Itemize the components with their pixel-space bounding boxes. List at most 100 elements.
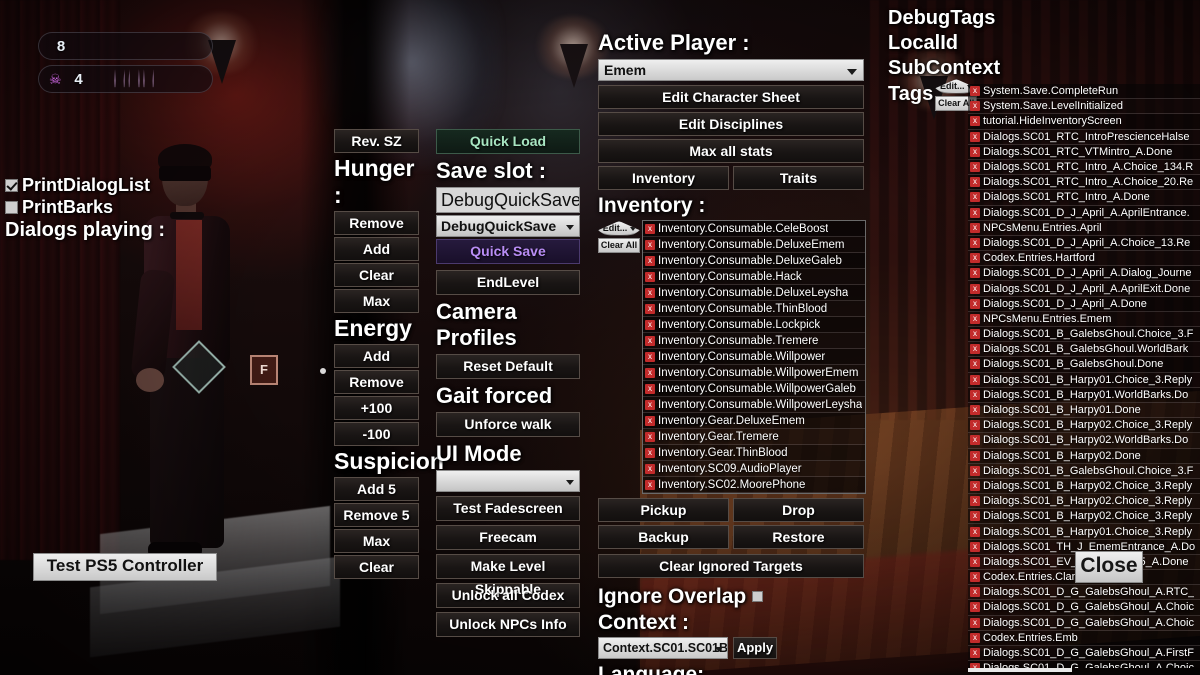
tag-row[interactable]: x Dialogs.SC01_B_Harpy02.Choice_3.Reply — [968, 418, 1200, 434]
reset-default-button[interactable]: Reset Default — [436, 354, 580, 379]
remove-tag-icon[interactable]: x — [970, 268, 980, 279]
remove-tag-icon[interactable]: x — [970, 116, 980, 127]
hunger-add-button[interactable]: Add — [334, 237, 419, 261]
remove-tag-icon[interactable]: x — [970, 465, 980, 476]
tag-row[interactable]: x Dialogs.SC01_D_J_April_A.AprilExit.Done — [968, 281, 1200, 297]
remove-tag-icon[interactable]: x — [645, 239, 655, 250]
remove-tag-icon[interactable]: x — [645, 367, 655, 378]
tag-row[interactable]: x Inventory.Gear.Tremere — [643, 429, 865, 445]
tag-row[interactable]: x Dialogs.SC01_RTC_VTMintro_A.Done — [968, 144, 1200, 160]
tag-row[interactable]: x Inventory.Consumable.DeluxeEmem — [643, 237, 865, 253]
remove-tag-icon[interactable]: x — [970, 374, 980, 385]
tag-row[interactable]: x Dialogs.SC01_D_G_GalebsGhoul_A.RTC_ — [968, 585, 1200, 601]
tag-row[interactable]: x System.Save.LevelInitialized — [968, 99, 1200, 115]
tag-row[interactable]: x Inventory.SC02.MoorePhone — [643, 477, 865, 493]
remove-tag-icon[interactable]: x — [970, 632, 980, 643]
clear-ignored-targets-button[interactable]: Clear Ignored Targets — [598, 554, 864, 578]
remove-tag-icon[interactable]: x — [970, 435, 980, 446]
end-level-button[interactable]: EndLevel — [436, 270, 580, 295]
remove-tag-icon[interactable]: x — [970, 617, 980, 628]
remove-tag-icon[interactable]: x — [970, 86, 980, 97]
remove-tag-icon[interactable]: x — [970, 648, 980, 659]
remove-tag-icon[interactable]: x — [970, 283, 980, 294]
remove-tag-icon[interactable]: x — [970, 587, 980, 598]
tag-row[interactable]: x Dialogs.SC01_D_G_GalebsGhoul_A.FirstF — [968, 645, 1200, 662]
remove-tag-icon[interactable]: x — [970, 237, 980, 248]
horizontal-scrollbar[interactable] — [968, 668, 1072, 672]
tag-row[interactable]: x Dialogs.SC01_D_J_April_A.Dialog_Journe — [968, 266, 1200, 282]
remove-tag-icon[interactable]: x — [970, 556, 980, 567]
suspicion-clear-button[interactable]: Clear — [334, 555, 419, 579]
tag-row[interactable]: x Dialogs.SC01_B_Harpy01.Choice_3.Reply — [968, 372, 1200, 388]
remove-tag-icon[interactable]: x — [645, 479, 655, 490]
active-player-select[interactable]: Emem — [598, 59, 864, 81]
quick-load-button[interactable]: Quick Load — [436, 129, 580, 154]
remove-tag-icon[interactable]: x — [645, 415, 655, 426]
energy-plus-100-button[interactable]: +100 — [334, 396, 419, 420]
remove-tag-icon[interactable]: x — [970, 101, 980, 112]
tag-row[interactable]: x Inventory.Consumable.DeluxeLeysha — [643, 285, 865, 301]
remove-tag-icon[interactable]: x — [970, 131, 980, 142]
tag-row[interactable]: x Dialogs.SC01_B_Harpy02.Done — [968, 448, 1200, 464]
remove-tag-icon[interactable]: x — [970, 162, 980, 173]
tag-row[interactable]: x Dialogs.SC01_B_GalebsGhoul.Choice_3.F — [968, 463, 1200, 479]
tag-row[interactable]: x Inventory.Gear.ThinBlood — [643, 445, 865, 461]
inventory-tab-button[interactable]: Inventory — [598, 166, 729, 190]
remove-tag-icon[interactable]: x — [645, 447, 655, 458]
unlock-npcs-info-button[interactable]: Unlock NPCs Info — [436, 612, 580, 637]
hunger-max-button[interactable]: Max — [334, 289, 419, 313]
tag-row[interactable]: x Dialogs.SC01_B_GalebsGhoul.Done — [968, 357, 1200, 373]
tag-row[interactable]: x System.Save.CompleteRun — [968, 84, 1200, 100]
tag-row[interactable]: x Inventory.Consumable.Hack — [643, 269, 865, 285]
remove-tag-icon[interactable]: x — [645, 431, 655, 442]
inventory-clear-all-button[interactable]: Clear All — [598, 238, 640, 253]
tag-row[interactable]: x Dialogs.SC01_D_J_April_A.Done — [968, 296, 1200, 312]
inventory-list[interactable]: x Inventory.Consumable.CeleBoost x Inventor… — [642, 220, 866, 494]
tag-row[interactable]: x Inventory.Consumable.WillpowerLeysha — [643, 397, 865, 413]
rev-sz-button[interactable]: Rev. SZ — [334, 129, 419, 153]
remove-tag-icon[interactable]: x — [645, 287, 655, 298]
ignore-overlap-row[interactable]: Ignore Overlap — [598, 581, 866, 611]
tag-row[interactable]: xDialogs.SC01_D_G_GalebsGhoul_A.Choic — [968, 661, 1200, 668]
tag-row[interactable]: x Inventory.Consumable.Willpower — [643, 349, 865, 365]
tag-row[interactable]: x Dialogs.SC01_B_Harpy01.Choice_3.Reply — [968, 524, 1200, 540]
remove-tag-icon[interactable]: x — [645, 255, 655, 266]
tag-row[interactable]: x Dialogs.SC01_RTC_Intro_A.Choice_20.Re — [968, 175, 1200, 191]
restore-button[interactable]: Restore — [733, 525, 864, 549]
remove-tag-icon[interactable]: x — [970, 526, 980, 537]
print-dialog-list-checkbox[interactable] — [5, 179, 18, 192]
unlock-all-codex-button[interactable]: Unlock all Codex — [436, 583, 580, 608]
remove-tag-icon[interactable]: x — [970, 222, 980, 233]
print-barks-checkbox[interactable] — [5, 201, 18, 214]
tag-row[interactable]: x Dialogs.SC01_B_GalebsGhoul.Choice_3.F — [968, 327, 1200, 343]
remove-tag-icon[interactable]: x — [645, 383, 655, 394]
ignore-overlap-checkbox[interactable] — [752, 590, 764, 602]
tag-row[interactable]: x Inventory.Consumable.DeluxeGaleb — [643, 253, 865, 269]
hunger-clear-button[interactable]: Clear — [334, 263, 419, 287]
tag-row[interactable]: x Dialogs.SC01_D_J_April_A.AprilEntrance. — [968, 205, 1200, 221]
remove-tag-icon[interactable]: x — [645, 303, 655, 314]
remove-tag-icon[interactable]: x — [970, 480, 980, 491]
remove-tag-icon[interactable]: x — [970, 192, 980, 203]
inventory-edit-button[interactable]: Edit... — [598, 221, 640, 236]
save-slot-input[interactable]: DebugQuickSave — [436, 187, 580, 213]
remove-tag-icon[interactable]: x — [970, 207, 980, 218]
save-slot-select[interactable]: DebugQuickSave — [436, 215, 580, 237]
tag-row[interactable]: x Dialogs.SC01_D_J_April_A.Choice_13.Re — [968, 235, 1200, 252]
remove-tag-icon[interactable]: x — [645, 223, 655, 234]
tag-row[interactable]: x Dialogs.SC01_B_Harpy02.Choice_3.Reply — [968, 509, 1200, 525]
traits-tab-button[interactable]: Traits — [733, 166, 864, 190]
remove-tag-icon[interactable]: x — [970, 602, 980, 613]
suspicion-max-button[interactable]: Max — [334, 529, 419, 553]
make-level-skippable-button[interactable]: Make Level Skippable — [436, 554, 580, 597]
remove-tag-icon[interactable]: x — [970, 450, 980, 461]
tag-row[interactable]: x tutorial.HideInventoryScreen — [968, 114, 1200, 130]
remove-tag-icon[interactable]: x — [970, 389, 980, 400]
tag-row[interactable]: x Dialogs.SC01_B_GalebsGhoul.WorldBark — [968, 342, 1200, 358]
tag-row[interactable]: x Codex.Entries.Hartford — [968, 251, 1200, 267]
context-select[interactable]: Context.SC01.SC01B — [598, 637, 728, 659]
remove-tag-icon[interactable]: x — [645, 319, 655, 330]
suspicion-add-5-button[interactable]: Add 5 — [334, 477, 419, 501]
remove-tag-icon[interactable]: x — [970, 146, 980, 157]
tag-row[interactable]: xDialogs.SC01_D_G_GalebsGhoul_A.Choic — [968, 600, 1200, 616]
